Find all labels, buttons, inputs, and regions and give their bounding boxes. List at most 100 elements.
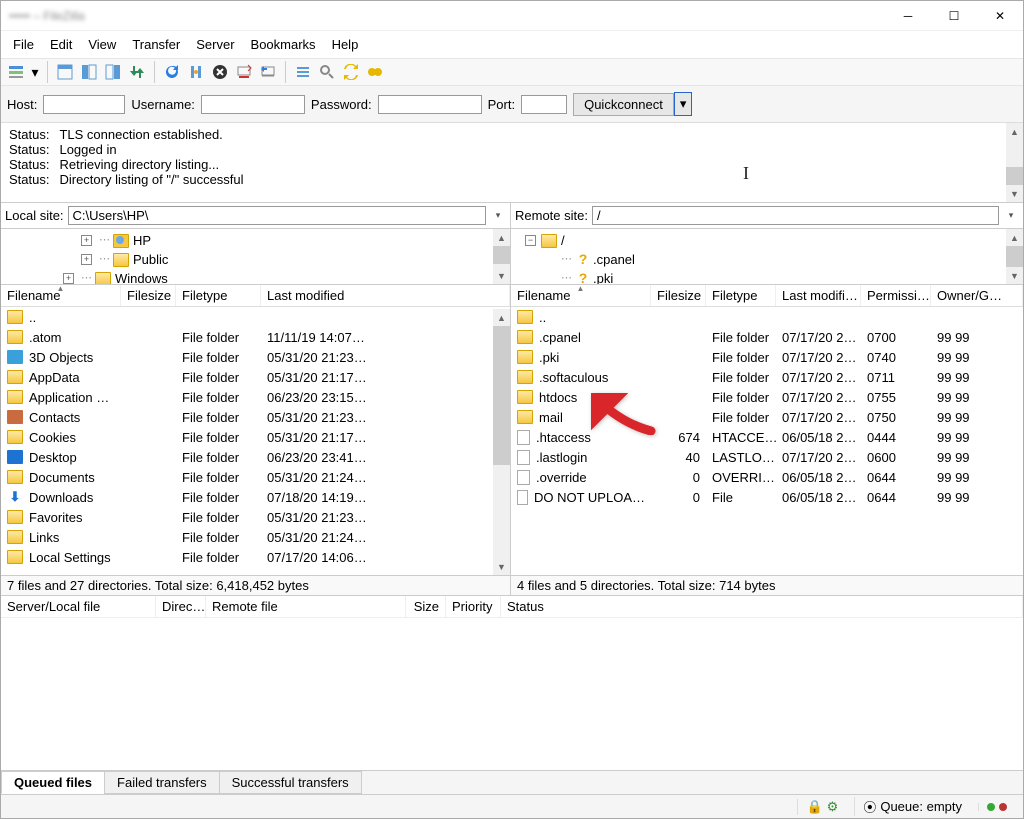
password-input[interactable] bbox=[378, 95, 482, 114]
list-item[interactable]: .pkiFile folder07/17/20 2…074099 99 bbox=[511, 347, 1023, 367]
disconnect-button[interactable] bbox=[233, 61, 255, 83]
remote-path-input[interactable] bbox=[592, 206, 999, 225]
remote-file-list[interactable]: ▲Filename Filesize Filetype Last modifi…… bbox=[511, 285, 1023, 575]
q-col-server[interactable]: Server/Local file bbox=[1, 596, 156, 617]
col-filetype[interactable]: Filetype bbox=[706, 285, 776, 306]
list-item[interactable]: 3D ObjectsFile folder05/31/20 21:23… bbox=[1, 347, 510, 367]
list-item[interactable]: ContactsFile folder05/31/20 21:23… bbox=[1, 407, 510, 427]
local-tree[interactable]: +⋯HP+⋯Public+⋯Windows ▲▼ bbox=[1, 229, 511, 285]
tree-node[interactable]: +⋯HP bbox=[7, 231, 510, 250]
port-input[interactable] bbox=[521, 95, 567, 114]
tree-node[interactable]: −/ bbox=[517, 231, 1023, 250]
toggle-log-button[interactable] bbox=[54, 61, 76, 83]
list-item[interactable]: mailFile folder07/17/20 2…075099 99 bbox=[511, 407, 1023, 427]
lock-icon[interactable]: 🔒 bbox=[806, 799, 822, 815]
quickconnect-button[interactable]: Quickconnect bbox=[573, 93, 674, 116]
search-button[interactable] bbox=[316, 61, 338, 83]
tab-successful-transfers[interactable]: Successful transfers bbox=[219, 771, 362, 794]
q-col-direction[interactable]: Direc… bbox=[156, 596, 206, 617]
col-owner[interactable]: Owner/G… bbox=[931, 285, 1023, 306]
tree-label: Windows bbox=[115, 269, 168, 285]
gear-icon[interactable]: ⚙ bbox=[827, 799, 839, 815]
list-item[interactable]: ⬇DownloadsFile folder07/18/20 14:19… bbox=[1, 487, 510, 507]
toggle-remote-tree-button[interactable] bbox=[102, 61, 124, 83]
sync-browse-button[interactable] bbox=[340, 61, 362, 83]
status-label: Status: bbox=[9, 157, 59, 172]
q-col-size[interactable]: Size bbox=[406, 596, 446, 617]
remote-tree-scrollbar[interactable]: ▲▼ bbox=[1006, 229, 1023, 284]
toggle-queue-button[interactable] bbox=[126, 61, 148, 83]
col-filename[interactable]: ▲Filename bbox=[511, 285, 651, 306]
tab-queued-files[interactable]: Queued files bbox=[1, 771, 105, 794]
list-item[interactable]: htdocsFile folder07/17/20 2…075599 99 bbox=[511, 387, 1023, 407]
list-item[interactable]: .override0OVERRI…06/05/18 2…064499 99 bbox=[511, 467, 1023, 487]
maximize-button[interactable]: ☐ bbox=[931, 1, 977, 31]
tree-label: Public bbox=[133, 250, 168, 269]
local-path-dropdown[interactable]: ▾ bbox=[490, 210, 506, 221]
site-manager-dropdown[interactable]: ▾ bbox=[29, 61, 41, 83]
status-text: Logged in bbox=[59, 142, 253, 157]
list-item[interactable]: .. bbox=[511, 307, 1023, 327]
col-filesize[interactable]: Filesize bbox=[121, 285, 176, 306]
queue-body[interactable] bbox=[1, 618, 1023, 770]
cancel-button[interactable] bbox=[209, 61, 231, 83]
remote-path-dropdown[interactable]: ▾ bbox=[1003, 210, 1019, 221]
tree-node[interactable]: ⋯?.cpanel bbox=[517, 250, 1023, 269]
list-item[interactable]: LinksFile folder05/31/20 21:24… bbox=[1, 527, 510, 547]
toggle-local-tree-button[interactable] bbox=[78, 61, 100, 83]
col-lastmodified[interactable]: Last modified bbox=[261, 285, 510, 306]
menu-transfer[interactable]: Transfer bbox=[124, 33, 188, 56]
col-permissions[interactable]: Permissi… bbox=[861, 285, 931, 306]
list-item[interactable]: .. bbox=[1, 307, 510, 327]
q-col-status[interactable]: Status bbox=[501, 596, 1023, 617]
host-input[interactable] bbox=[43, 95, 125, 114]
local-path-input[interactable] bbox=[68, 206, 486, 225]
list-item[interactable]: Local SettingsFile folder07/17/20 14:06… bbox=[1, 547, 510, 567]
reconnect-button[interactable] bbox=[257, 61, 279, 83]
q-col-priority[interactable]: Priority bbox=[446, 596, 501, 617]
list-item[interactable]: CookiesFile folder05/31/20 21:17… bbox=[1, 427, 510, 447]
process-queue-button[interactable] bbox=[185, 61, 207, 83]
menu-file[interactable]: File bbox=[5, 33, 42, 56]
col-filetype[interactable]: Filetype bbox=[176, 285, 261, 306]
menu-bookmarks[interactable]: Bookmarks bbox=[243, 33, 324, 56]
menu-view[interactable]: View bbox=[80, 33, 124, 56]
q-col-remote[interactable]: Remote file bbox=[206, 596, 406, 617]
menu-edit[interactable]: Edit bbox=[42, 33, 80, 56]
list-item[interactable]: .cpanelFile folder07/17/20 2…070099 99 bbox=[511, 327, 1023, 347]
list-item[interactable]: FavoritesFile folder05/31/20 21:23… bbox=[1, 507, 510, 527]
list-item[interactable]: .atomFile folder11/11/19 14:07… bbox=[1, 327, 510, 347]
close-button[interactable]: ✕ bbox=[977, 1, 1023, 31]
menu-server[interactable]: Server bbox=[188, 33, 242, 56]
list-item[interactable]: .lastlogin40LASTLO…07/17/20 2…060099 99 bbox=[511, 447, 1023, 467]
tree-node[interactable]: +⋯Public bbox=[7, 250, 510, 269]
minimize-button[interactable]: ─ bbox=[885, 1, 931, 31]
activity-upload-icon bbox=[999, 803, 1007, 811]
menu-help[interactable]: Help bbox=[324, 33, 367, 56]
site-manager-button[interactable] bbox=[5, 61, 27, 83]
tree-node[interactable]: +⋯Windows bbox=[7, 269, 510, 285]
list-item[interactable]: DO NOT UPLOA…0File06/05/18 2…064499 99 bbox=[511, 487, 1023, 507]
username-input[interactable] bbox=[201, 95, 305, 114]
tree-node[interactable]: ⋯?.pki bbox=[517, 269, 1023, 285]
list-item[interactable]: DocumentsFile folder05/31/20 21:24… bbox=[1, 467, 510, 487]
local-tree-scrollbar[interactable]: ▲▼ bbox=[493, 229, 510, 284]
local-file-list[interactable]: ▲Filename Filesize Filetype Last modifie… bbox=[1, 285, 511, 575]
list-item[interactable]: DesktopFile folder06/23/20 23:41… bbox=[1, 447, 510, 467]
refresh-button[interactable] bbox=[161, 61, 183, 83]
list-item[interactable]: Application …File folder06/23/20 23:15… bbox=[1, 387, 510, 407]
col-lastmodified[interactable]: Last modifi… bbox=[776, 285, 861, 306]
remote-tree[interactable]: −/⋯?.cpanel⋯?.pki ▲▼ bbox=[511, 229, 1023, 285]
tree-label: .pki bbox=[593, 269, 613, 285]
log-scrollbar[interactable]: ▲ ▼ bbox=[1006, 123, 1023, 202]
list-item[interactable]: .htaccess674HTACCE…06/05/18 2…044499 99 bbox=[511, 427, 1023, 447]
list-item[interactable]: AppDataFile folder05/31/20 21:17… bbox=[1, 367, 510, 387]
col-filesize[interactable]: Filesize bbox=[651, 285, 706, 306]
local-list-scrollbar[interactable]: ▲▼ bbox=[493, 309, 510, 575]
tab-failed-transfers[interactable]: Failed transfers bbox=[104, 771, 220, 794]
compare-button[interactable] bbox=[364, 61, 386, 83]
col-filename[interactable]: ▲Filename bbox=[1, 285, 121, 306]
filter-button[interactable] bbox=[292, 61, 314, 83]
list-item[interactable]: .softaculousFile folder07/17/20 2…071199… bbox=[511, 367, 1023, 387]
quickconnect-dropdown[interactable]: ▾ bbox=[674, 92, 693, 116]
